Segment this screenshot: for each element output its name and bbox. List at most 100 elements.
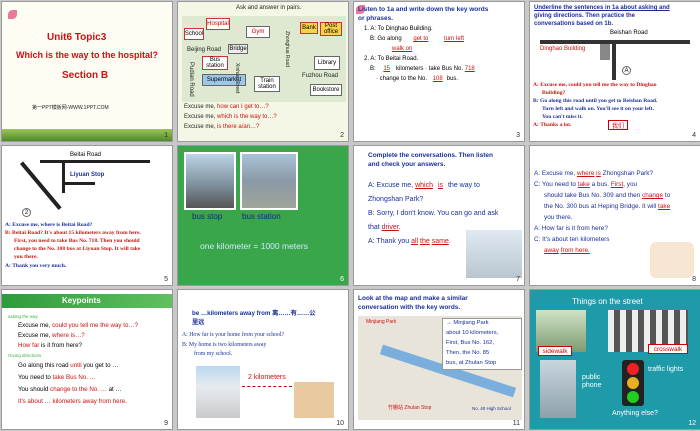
bus-stop-photo	[184, 152, 236, 210]
slide-thumbnail-1[interactable]: Unit6 Topic3 Which is the way to the hos…	[1, 1, 173, 142]
traffic-lights-photo	[622, 360, 644, 406]
marker-a-icon: A	[622, 66, 631, 75]
slide-number: 12	[688, 420, 696, 427]
slide8-line5: you there.	[544, 214, 573, 221]
slide3-line7: · change to the No. 108 bus.	[376, 76, 459, 82]
slide5-line1: A: Excuse me, where is Beitai Road?	[5, 222, 93, 228]
map-zhonghua-road: Zhonghua Road	[284, 31, 290, 67]
map-zhulan-stop: 竹棚站 Zhulan Stop	[388, 405, 432, 411]
slide-number: 4	[692, 132, 696, 139]
slide7-line3: A: Excuse me, which is the way to	[368, 182, 480, 189]
slide-thumbnail-8[interactable]: A: Excuse me, where is Zhongshan Park? C…	[529, 145, 700, 286]
slide1-section: Section B	[62, 70, 109, 81]
slide9-e7: It's about … kilometers away from here.	[18, 398, 127, 405]
slide-thumbnail-3[interactable]: Listen to 1a and write down the key word…	[353, 1, 525, 142]
slide8-line2: C: You need to take a bus. First, you	[534, 181, 638, 188]
slide4-b2: Turn left and walk on. You'll see it on …	[542, 106, 654, 112]
street-illustration	[466, 230, 522, 278]
slide9-e5: You need to take Bus No. …	[18, 374, 96, 381]
slide-thumbnail-12[interactable]: Things on the street sidewalk crosswalk …	[529, 289, 700, 430]
road-label: Beishan Road	[610, 30, 648, 36]
slide4-a1: A: Excuse me, could you tell me the way …	[533, 82, 657, 88]
slide-thumbnail-11[interactable]: Look at the map and make a similar conve…	[353, 289, 525, 430]
school-building-photo	[196, 366, 240, 418]
slide7-line5: B: Sorry, I don't know. You can go and a…	[368, 210, 499, 217]
slide8-line8: away from here.	[544, 247, 590, 254]
slide4-tag: 我们	[608, 120, 628, 130]
home-photo	[294, 382, 334, 418]
slide1-title: Unit6 Topic3	[47, 32, 107, 43]
map-post-office: Post office	[320, 22, 342, 36]
map-bridge: Bridge	[228, 44, 248, 54]
building-icon	[600, 44, 610, 60]
slide9-e4: Go along this road until you get to …	[18, 362, 119, 369]
slide3-line4: B: Go along get to turn left	[370, 36, 465, 42]
slide4-line2: giving directions. Then practice the	[534, 13, 636, 19]
slide7-line4: Zhongshan Park?	[368, 196, 424, 203]
slide8-line4: the No. 300 bus at Heping Bridge. It wil…	[544, 203, 671, 210]
slide11-p5: bus, at Zhulan Stop	[446, 360, 497, 366]
slide5-line3: First, you need to take Bus No. 718. The…	[14, 238, 140, 244]
distance-label: 2 kilometers	[248, 374, 286, 381]
bus-route-map: Beitai Road Liyuan Stop 2	[10, 152, 166, 220]
slide11-p1: → Minjiang Park	[446, 320, 489, 326]
label-traffic-lights: traffic lights	[648, 366, 684, 373]
slide11-line1: Look at the map and make a similar	[358, 295, 468, 302]
green-light	[627, 391, 639, 403]
slide3-line3: 1. A: To Dinghao Building.	[364, 26, 433, 32]
slide-number: 2	[340, 132, 344, 139]
slide10-h2: 里远	[192, 319, 205, 326]
slide11-p2: about 10 kilometers,	[446, 330, 499, 336]
slide-number: 11	[512, 420, 520, 427]
marker-2-icon: 2	[22, 208, 31, 217]
slide-number: 3	[516, 132, 520, 139]
park-label: Minjiang Park	[366, 319, 397, 325]
slide-number: 8	[692, 276, 696, 283]
slide2-line2: Excuse me, which is the way to…?	[184, 114, 277, 120]
map-fuzhou-road: Fuzhou Road	[301, 73, 339, 79]
slide-thumbnail-9[interactable]: Keypoints asking the way Excuse me, coul…	[1, 289, 173, 430]
leaf-icon	[8, 10, 17, 19]
street-map: School Hospital Gym Bank Post office Bri…	[182, 16, 346, 102]
slide-thumbnail-2[interactable]: Ask and answer in pairs. School Hospital…	[177, 1, 349, 142]
distance-arrow	[242, 386, 292, 387]
slide10-a1: B: My home is two kilometers away	[182, 342, 267, 348]
slide-thumbnail-5[interactable]: Beitai Road Liyuan Stop 2 A: Excuse me, …	[1, 145, 173, 286]
slide-thumbnail-10[interactable]: be …kilometers away from 离……有……公 里远 A: H…	[177, 289, 349, 430]
label-sidewalk: sidewalk	[538, 346, 572, 356]
slide4-c1: A: Thanks a lot.	[533, 122, 572, 128]
slide9-e3: How far is it from here?	[18, 342, 82, 349]
slide4-line1: Underline the sentences in 1a about aski…	[534, 5, 670, 11]
slide4-b1: B: Go along this road until you get to B…	[533, 98, 658, 104]
slide7-line2: and check your answers.	[368, 161, 446, 168]
slide9-e1: Excuse me, could you tell me the way to……	[18, 322, 139, 329]
slide11-p3: First, Bus No. 162,	[446, 340, 495, 346]
slide7-line6: that driver.	[368, 224, 401, 231]
slide8-line7: C: It's about ten kilometers	[534, 236, 610, 243]
map-bus-station: Bus station	[202, 56, 228, 70]
slide11-p4: Then, the No. 85	[446, 350, 490, 356]
slide12-title: Things on the street	[572, 297, 643, 306]
map-train-station: Train station	[254, 76, 280, 92]
slide-thumbnail-7[interactable]: Complete the conversations. Then listen …	[353, 145, 525, 286]
map-pudian-road: Pudian Road	[188, 61, 194, 97]
slide-thumbnail-4[interactable]: Underline the sentences in 1a about aski…	[529, 1, 700, 142]
slide5-line2: B: Beitai Road? It's about 15 kilometers…	[5, 230, 141, 236]
yellow-light	[627, 377, 639, 389]
slide3-line6: B: 15 kilometers · take Bus No. 718	[370, 66, 475, 72]
slide-number: 5	[164, 276, 168, 283]
road-vertical	[612, 40, 616, 80]
slide7-line7: A: Thank you all the same.	[368, 238, 451, 245]
map-school: School	[184, 28, 204, 40]
slide7-line1: Complete the conversations. Then listen	[368, 152, 493, 159]
label-bus-station: bus station	[242, 212, 281, 221]
slide1-watermark: 第一PPT模板网-WWW.1PPT.COM	[32, 105, 109, 111]
map-high-school: No. 40 High School	[472, 406, 511, 411]
slide4-line3: conversations based on 1b.	[534, 21, 614, 27]
map-beijing-road: Beijing Road	[186, 47, 222, 53]
slide2-header: Ask and answer in pairs.	[236, 5, 302, 11]
slide-thumbnail-6[interactable]: bus stop bus station one kilometer = 100…	[177, 145, 349, 286]
slide2-line1: Excuse me, how can I get to…?	[184, 104, 269, 110]
slide3-line2: or phrases.	[358, 15, 394, 22]
slide-number: 6	[340, 276, 344, 283]
